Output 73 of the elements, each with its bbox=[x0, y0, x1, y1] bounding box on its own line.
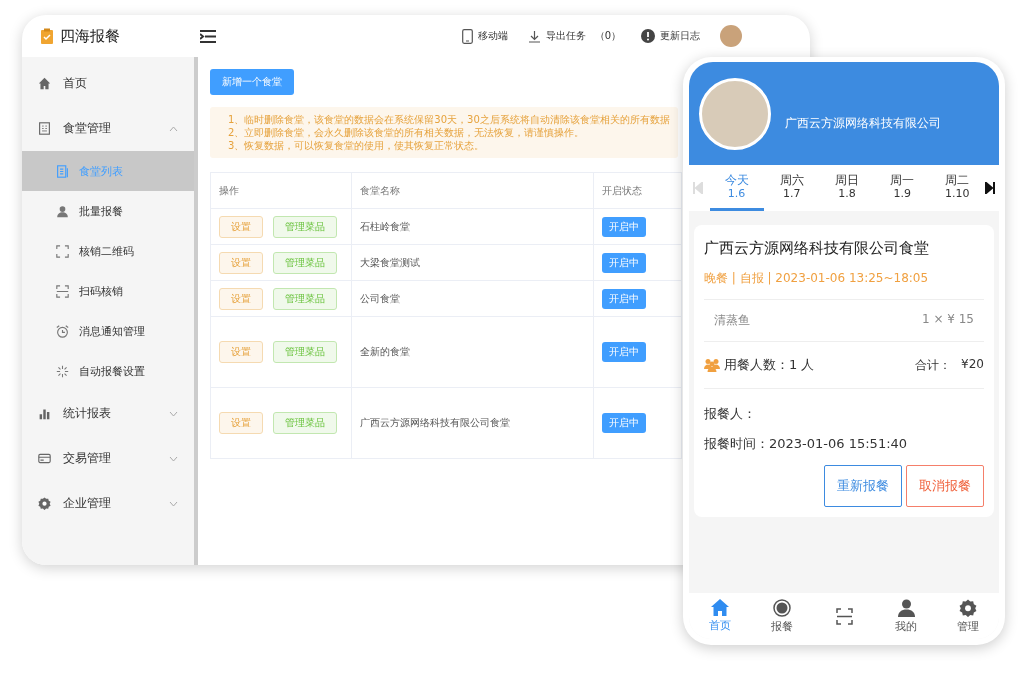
person-icon bbox=[56, 204, 69, 218]
meal-info: 晚餐 | 自报 | 2023-01-06 13:25~18:05 bbox=[704, 270, 984, 300]
header-link[interactable]: 导出任务 （0） bbox=[527, 29, 621, 43]
diner-count: 用餐人数：1 人 bbox=[724, 356, 815, 374]
order-time: 报餐时间：2023-01-06 15:51:40 bbox=[704, 435, 909, 453]
tab-bar-item[interactable]: 首页 bbox=[695, 599, 745, 633]
day-tab[interactable]: 今天 1.6 bbox=[709, 165, 764, 211]
column-header: 食堂名称 bbox=[351, 172, 594, 209]
clipboard-icon bbox=[40, 28, 54, 44]
status-tag: 开启中 bbox=[602, 342, 646, 362]
settings-icon bbox=[38, 497, 51, 510]
app-title: 四海报餐 bbox=[60, 26, 120, 46]
notice-text: 2、立即删除食堂，会永久删除该食堂的所有相关数据，无法恢复，请谨慎操作。 bbox=[228, 126, 586, 139]
sidebar-item[interactable]: 交易管理 bbox=[22, 436, 194, 481]
card-icon bbox=[38, 452, 51, 465]
status-tag: 开启中 bbox=[602, 288, 646, 309]
scan-icon bbox=[835, 607, 853, 625]
sidebar-item[interactable]: 企业管理 bbox=[22, 481, 194, 526]
info-icon bbox=[641, 29, 655, 43]
download-icon bbox=[527, 29, 541, 43]
sidebar-subitem[interactable]: 批量报餐 bbox=[22, 191, 194, 231]
status-tag: 开启中 bbox=[602, 413, 646, 433]
table-cell: 大梁食堂测试 bbox=[351, 244, 594, 281]
scan-frame-icon bbox=[56, 244, 69, 258]
sparkle-icon bbox=[56, 364, 69, 378]
table-cell: 全新的食堂 bbox=[351, 316, 594, 388]
reorder-button[interactable]: 重新报餐 bbox=[824, 465, 902, 507]
people-icon bbox=[704, 358, 720, 372]
sidebar-item[interactable]: 统计报表 bbox=[22, 391, 194, 436]
day-tab[interactable]: 周日 1.8 bbox=[819, 165, 874, 211]
settings-icon bbox=[959, 598, 977, 617]
tab-bar-item[interactable]: 管理 bbox=[943, 598, 993, 634]
dish-quantity: 1 × ¥ 15 bbox=[921, 312, 974, 328]
sidebar-subitem[interactable]: 自动报餐设置 bbox=[22, 351, 194, 391]
home-icon bbox=[711, 599, 729, 616]
alarm-clock-icon bbox=[56, 324, 69, 338]
home-icon bbox=[38, 77, 51, 90]
sidebar-subitem[interactable]: 核销二维码 bbox=[22, 231, 194, 271]
phone-icon bbox=[461, 28, 473, 44]
total-amount: ¥20 bbox=[961, 356, 984, 373]
canteen-name: 广西云方源网络科技有限公司食堂 bbox=[704, 239, 930, 258]
company-name: 广西云方源网络科技有限公司 bbox=[785, 115, 941, 132]
status-tag: 开启中 bbox=[602, 216, 646, 237]
status-tag: 开启中 bbox=[602, 252, 646, 273]
total-label: 合计： bbox=[915, 356, 952, 374]
header-link[interactable]: 更新日志 bbox=[641, 29, 700, 43]
dish-name: 清蒸鱼 bbox=[714, 312, 750, 329]
record-icon bbox=[773, 598, 791, 617]
tab-bar-item[interactable]: 我的 bbox=[881, 598, 931, 634]
column-header: 开启状态 bbox=[593, 172, 682, 209]
sidebar-subitem[interactable]: 消息通知管理 bbox=[22, 311, 194, 351]
person-icon bbox=[897, 598, 915, 617]
skip-forward-icon[interactable] bbox=[985, 182, 995, 194]
sidebar-subitem[interactable]: 扫码核销 bbox=[22, 271, 194, 311]
header-link[interactable]: 移动端 bbox=[461, 28, 508, 44]
day-tab[interactable]: 周一 1.9 bbox=[875, 165, 930, 211]
table-cell: 公司食堂 bbox=[351, 280, 594, 317]
day-tab[interactable]: 周二 1.10 bbox=[930, 165, 985, 211]
notice-text: 1、临时删除食堂，该食堂的数据会在系统保留30天，30之后系统将自动清除该食堂相关的所有数据 bbox=[228, 113, 670, 126]
list-icon bbox=[56, 164, 69, 178]
scan-icon bbox=[56, 284, 69, 298]
column-header: 操作 bbox=[210, 172, 352, 209]
notice-text: 3、恢复数据，可以恢复食堂的使用，使其恢复正常状态。 bbox=[228, 139, 486, 152]
sidebar-item[interactable]: 首页 bbox=[22, 61, 194, 106]
building-icon bbox=[38, 122, 51, 135]
table-cell: 广西云方源网络科技有限公司食堂 bbox=[351, 387, 594, 459]
reporter-label: 报餐人： bbox=[704, 405, 757, 423]
table-cell: 石柱岭食堂 bbox=[351, 208, 594, 245]
day-tab[interactable]: 周六 1.7 bbox=[764, 165, 819, 211]
sidebar-item[interactable]: 食堂管理 bbox=[22, 106, 194, 151]
bar-chart-icon bbox=[38, 407, 51, 420]
tab-bar-item[interactable]: 报餐 bbox=[757, 598, 807, 634]
menu-icon[interactable] bbox=[200, 29, 216, 43]
